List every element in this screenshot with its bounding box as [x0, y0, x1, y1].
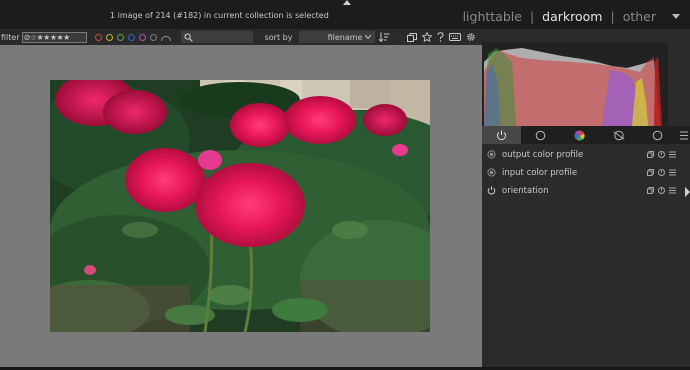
collapse-top-panel-arrow-icon[interactable] — [343, 0, 351, 5]
chevron-down-icon — [365, 35, 372, 39]
color-label-operator-icon[interactable] — [160, 36, 171, 41]
multi-instance-icon[interactable] — [647, 187, 654, 194]
tab-presets-menu[interactable] — [677, 126, 690, 144]
presets-icon[interactable] — [669, 151, 676, 158]
circle-icon — [535, 130, 546, 140]
tab-correction-modules[interactable] — [599, 126, 638, 144]
views-dropdown-chevron-down-icon[interactable] — [672, 13, 680, 19]
selection-status-text: 1 image of 214 (#182) in current collect… — [110, 11, 329, 20]
multi-instance-icon[interactable] — [647, 151, 654, 158]
correction-icon — [613, 130, 624, 140]
module-name: output color profile — [502, 149, 584, 160]
image-preview[interactable] — [50, 80, 430, 332]
color-label-red-icon[interactable] — [94, 33, 102, 41]
search-icon — [184, 33, 193, 42]
collapse-right-panel-arrow-icon[interactable] — [685, 187, 690, 197]
tab-color-modules[interactable] — [560, 126, 599, 144]
presets-icon[interactable] — [669, 169, 676, 176]
search-input[interactable] — [180, 31, 253, 43]
tab-active-modules[interactable] — [482, 126, 521, 144]
module-name: input color profile — [502, 167, 578, 178]
sort-direction-icon[interactable] — [379, 32, 390, 42]
tab-effect-modules[interactable] — [638, 126, 677, 144]
module-enabled-dot-icon[interactable] — [485, 150, 497, 159]
histogram[interactable] — [482, 42, 668, 126]
color-wheel-icon — [574, 129, 585, 140]
grouping-icon[interactable] — [407, 32, 417, 42]
help-icon[interactable] — [437, 32, 444, 42]
histogram-graph — [482, 42, 668, 126]
power-icon[interactable] — [485, 186, 497, 195]
view-separator: | — [610, 8, 615, 24]
reset-icon[interactable] — [658, 169, 665, 176]
color-label-purple-icon[interactable] — [138, 33, 146, 41]
darkroom-view-link[interactable]: darkroom — [542, 9, 602, 24]
module-name: orientation — [502, 185, 549, 196]
photo-red-roses-image — [50, 80, 430, 332]
tab-base-modules[interactable] — [521, 126, 560, 144]
color-label-blue-icon[interactable] — [127, 33, 135, 41]
multi-instance-icon[interactable] — [647, 169, 654, 176]
effect-circle-icon — [652, 130, 663, 140]
view-separator: | — [529, 8, 535, 24]
star-icon[interactable] — [422, 32, 432, 42]
reset-icon[interactable] — [658, 151, 665, 158]
color-label-gray-icon[interactable] — [149, 33, 157, 41]
toolbar-icon-group — [407, 32, 476, 42]
rating-filter-dropdown[interactable]: ⊘☆★★★★★ — [21, 31, 87, 43]
keyboard-icon[interactable] — [449, 33, 461, 41]
sort-by-label: sort by — [264, 32, 293, 42]
view-switcher: lighttable | darkroom | other — [463, 7, 680, 25]
module-input-color-profile[interactable]: input color profile — [482, 164, 680, 181]
gear-icon[interactable] — [466, 32, 476, 42]
sort-field-select[interactable]: filename — [299, 31, 376, 43]
color-label-green-icon[interactable] — [116, 33, 124, 41]
hamburger-menu-icon — [679, 131, 688, 139]
module-group-tabs — [482, 126, 690, 144]
module-enabled-dot-icon[interactable] — [485, 168, 497, 177]
presets-icon[interactable] — [669, 187, 676, 194]
other-view-link[interactable]: other — [623, 9, 656, 24]
filter-label: filter — [1, 32, 20, 42]
sort-field-value: filename — [327, 32, 363, 42]
rating-filter-value: ⊘☆★★★★★ — [23, 32, 71, 42]
module-orientation[interactable]: orientation — [482, 182, 680, 199]
filter-toolbar: filter ⊘☆★★★★★ sort by filename — [0, 29, 482, 45]
lighttable-view-link[interactable]: lighttable — [463, 9, 522, 24]
power-icon — [497, 130, 506, 140]
reset-icon[interactable] — [658, 187, 665, 194]
module-output-color-profile[interactable]: output color profile — [482, 146, 680, 163]
color-label-yellow-icon[interactable] — [105, 33, 113, 41]
